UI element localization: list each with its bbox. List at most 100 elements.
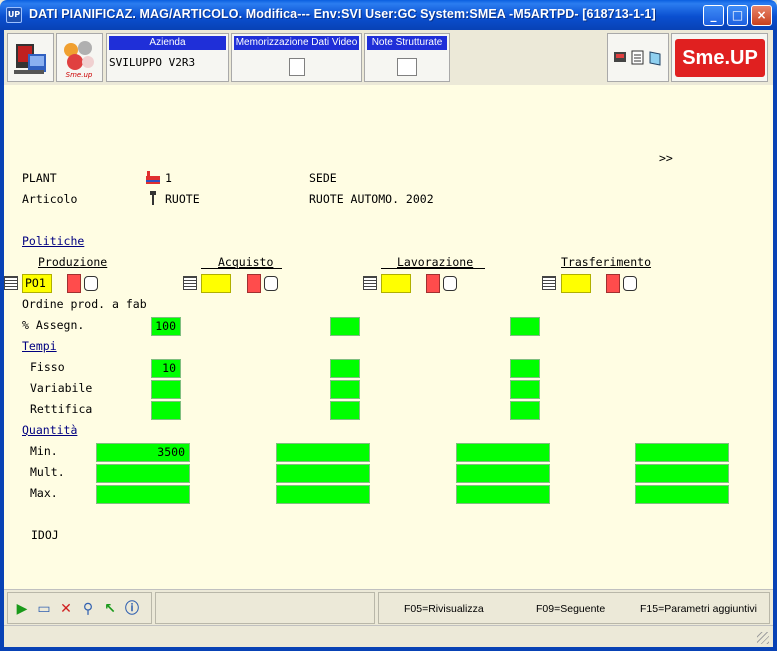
close-button[interactable]: × [751,5,772,26]
plant-label: PLANT [22,171,57,185]
min-trasferimento-field[interactable] [635,443,729,462]
smeup-balls-icon[interactable]: Sme.up [56,33,103,82]
factory-icon [146,171,160,184]
rettifica-lavorazione-field[interactable] [510,401,540,420]
column-produzione: Produzione [38,255,108,269]
min-produzione-field[interactable]: 3500 [96,443,190,462]
list-icon[interactable] [542,276,556,290]
rettifica-label: Rettifica [30,402,93,416]
lavorazione-policy-field[interactable] [381,274,411,293]
trasferimento-note-icon[interactable] [623,276,637,291]
produzione-policy-field[interactable]: PO1 [22,274,52,293]
section-quantita: Quantità [22,423,78,437]
more-indicator[interactable]: >> [659,151,673,165]
memo-checkbox[interactable] [288,58,305,76]
assegn-lavorazione-field[interactable] [510,317,540,336]
max-produzione-field[interactable] [96,485,190,504]
variabile-label: Variabile [30,381,93,395]
azienda-label: Azienda [109,36,226,50]
back-arrow-icon[interactable]: ↖ [102,601,118,617]
articolo-description: RUOTE AUTOMO. 2002 [309,192,434,206]
f15-key[interactable]: F15=Parametri aggiuntivi [640,603,757,615]
max-label: Max. [30,486,58,500]
toolbar: Sme.up Azienda SVILUPPO V2R3 Memorizzazi… [4,30,773,85]
footer-code: IDOJ [31,528,59,542]
window-title: DATI PIANIFICAZ. MAG/ARTICOLO. Modifica-… [29,7,656,21]
toolbar-right-icons [607,33,669,82]
acquisto-red-field[interactable] [247,274,261,293]
max-lavorazione-field[interactable] [456,485,550,504]
variabile-lavorazione-field[interactable] [510,380,540,399]
fisso-produzione-field[interactable]: 10 [151,359,181,378]
lavorazione-underline [381,268,485,269]
fisso-lavorazione-field[interactable] [510,359,540,378]
mult-label: Mult. [30,465,65,479]
printer-icon [614,52,626,62]
column-trasferimento: Trasferimento [561,255,652,269]
mult-produzione-field[interactable] [96,464,190,483]
note-box: Note Strutturate [364,33,450,82]
status-bar: ▶ ▭ ✕ ⚲ ↖ ⓘ F05=Rivisualizza F09=Seguent… [4,589,773,625]
f09-key[interactable]: F09=Seguente [536,603,605,615]
memo-box: Memorizzazione Dati Video [231,33,362,82]
window-icon[interactable]: ▭ [36,601,52,617]
search-icon[interactable]: ⚲ [80,601,96,617]
column-acquisto: Acquisto [218,255,274,269]
assegn-produzione-field[interactable]: 100 [151,317,181,336]
run-icon[interactable]: ▶ [14,601,30,617]
function-keys-panel: F05=Rivisualizza F09=Seguente F15=Parame… [378,592,770,624]
rettifica-acquisto-field[interactable] [330,401,360,420]
assegn-label: % Assegn. [22,318,85,332]
app-icon: UP [6,7,22,23]
max-acquisto-field[interactable] [276,485,370,504]
sede-label: SEDE [309,171,337,185]
message-panel [155,592,375,624]
acquisto-note-icon[interactable] [264,276,278,291]
max-trasferimento-field[interactable] [635,485,729,504]
note-checkbox[interactable] [397,58,417,76]
mult-lavorazione-field[interactable] [456,464,550,483]
list-icon[interactable] [183,276,197,290]
info-icon[interactable]: ⓘ [124,601,140,617]
azienda-value: SVILUPPO V2R3 [109,56,196,69]
plant-value: 1 [165,171,172,185]
section-politiche: Politiche [22,234,85,248]
memo-label: Memorizzazione Dati Video [234,36,359,50]
cancel-icon[interactable]: ✕ [58,601,74,617]
smeup-logo: Sme.UP [671,33,768,82]
book-icon [649,51,661,66]
f05-key[interactable]: F05=Rivisualizza [404,603,484,615]
ordine-description: Ordine prod. a fab [22,297,147,311]
lavorazione-red-field[interactable] [426,274,440,293]
note-label: Note Strutturate [367,36,447,50]
column-lavorazione: Lavorazione [397,255,474,269]
rettifica-produzione-field[interactable] [151,401,181,420]
maximize-button[interactable]: □ [727,5,748,26]
section-tempi: Tempi [22,339,57,353]
fisso-label: Fisso [30,360,65,374]
svg-text:Sme.up: Sme.up [66,71,93,79]
resize-grip-icon[interactable] [757,632,769,644]
list-icon[interactable] [4,276,18,290]
variabile-acquisto-field[interactable] [330,380,360,399]
produzione-red-field[interactable] [67,274,81,293]
mult-acquisto-field[interactable] [276,464,370,483]
assegn-acquisto-field[interactable] [330,317,360,336]
computer-icon[interactable] [7,33,54,82]
variabile-produzione-field[interactable] [151,380,181,399]
minimize-button[interactable]: _ [703,5,724,26]
azienda-box: Azienda SVILUPPO V2R3 [106,33,229,82]
fisso-acquisto-field[interactable] [330,359,360,378]
trasferimento-policy-field[interactable] [561,274,591,293]
acquisto-policy-field[interactable] [201,274,231,293]
mult-trasferimento-field[interactable] [635,464,729,483]
pin-icon [150,191,156,205]
min-acquisto-field[interactable] [276,443,370,462]
trasferimento-red-field[interactable] [606,274,620,293]
title-bar: UP DATI PIANIFICAZ. MAG/ARTICOLO. Modifi… [0,0,777,30]
produzione-note-icon[interactable] [84,276,98,291]
min-lavorazione-field[interactable] [456,443,550,462]
lavorazione-note-icon[interactable] [443,276,457,291]
command-icons-panel: ▶ ▭ ✕ ⚲ ↖ ⓘ [7,592,152,624]
list-icon[interactable] [363,276,377,290]
